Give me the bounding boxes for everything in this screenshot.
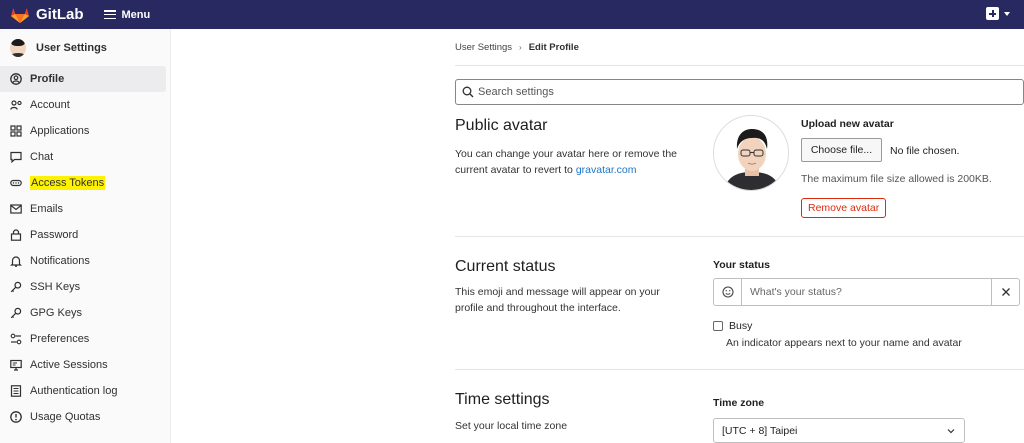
divider [455, 65, 1024, 66]
breadcrumb-current: Edit Profile [528, 42, 579, 53]
quota-icon [10, 411, 22, 423]
account-icon [10, 99, 22, 111]
plus-square-icon [986, 7, 999, 20]
key-icon [10, 307, 22, 319]
hamburger-icon [103, 10, 116, 19]
profile-icon [10, 73, 22, 85]
gravatar-link[interactable]: gravatar.com [576, 164, 637, 176]
divider [455, 236, 1024, 237]
time-settings-title: Time settings [455, 391, 550, 408]
search-settings-box[interactable] [455, 79, 1024, 105]
time-zone-label: Time zone [713, 397, 765, 409]
menu-label: Menu [121, 8, 151, 21]
mail-icon [10, 203, 22, 215]
current-status-title: Current status [455, 258, 556, 275]
breadcrumb-parent-link[interactable]: User Settings [455, 42, 512, 53]
sidebar-item-active-sessions[interactable]: Active Sessions [0, 352, 170, 378]
sidebar-item-usage-quotas[interactable]: Usage Quotas [0, 404, 170, 430]
public-avatar-description-text: You can change your avatar here or remov… [455, 148, 678, 176]
sidebar-item-account[interactable]: Account [0, 92, 170, 118]
sidebar-item-profile[interactable]: Profile [0, 66, 166, 92]
token-icon [10, 177, 22, 189]
your-status-label: Your status [713, 259, 770, 271]
sidebar-item-password[interactable]: Password [0, 222, 170, 248]
sidebar-item-ssh-keys[interactable]: SSH Keys [0, 274, 170, 300]
sidebar-item-label: Password [30, 229, 79, 241]
chevron-down-icon [947, 429, 955, 434]
smiley-icon [721, 286, 734, 298]
current-status-description: This emoji and message will appear on yo… [455, 286, 660, 314]
new-dropdown-button[interactable] [986, 7, 1010, 20]
sidebar-item-chat[interactable]: Chat [0, 144, 170, 170]
busy-help-text: An indicator appears next to your name a… [726, 337, 962, 349]
user-avatar [10, 38, 26, 57]
sidebar-header[interactable]: User Settings [0, 29, 170, 66]
sidebar-item-label: Account [30, 99, 70, 111]
time-zone-value: [UTC + 8] Taipei [722, 424, 798, 437]
menu-button[interactable]: Menu [103, 8, 151, 21]
busy-checkbox[interactable] [713, 321, 723, 331]
search-input[interactable] [478, 86, 998, 98]
sidebar-item-label: Notifications [30, 255, 90, 267]
top-navbar: GitLab Menu [0, 0, 1024, 29]
sidebar-item-emails[interactable]: Emails [0, 196, 170, 222]
divider [455, 369, 1024, 370]
sidebar-item-notifications[interactable]: Notifications [0, 248, 170, 274]
sidebar-item-label: Profile [30, 73, 65, 85]
settings-sidebar: User Settings Profile Account Applicatio… [0, 29, 171, 443]
sidebar-item-label: SSH Keys [30, 281, 81, 293]
sidebar-item-label: Active Sessions [30, 359, 108, 371]
key-icon [10, 281, 22, 293]
sidebar-item-label: Usage Quotas [30, 411, 101, 423]
max-size-help: The maximum file size allowed is 200KB. [801, 173, 992, 185]
avatar-preview [713, 115, 789, 191]
public-avatar-description: You can change your avatar here or remov… [455, 146, 695, 178]
bell-icon [10, 255, 22, 267]
sidebar-item-preferences[interactable]: Preferences [0, 326, 170, 352]
avatar-photo [714, 116, 788, 190]
clear-status-button[interactable] [991, 279, 1019, 305]
sidebar-item-applications[interactable]: Applications [0, 118, 170, 144]
sidebar-title: User Settings [36, 41, 107, 54]
search-icon [462, 86, 474, 98]
status-input-group [713, 278, 1020, 306]
chevron-down-icon [1004, 11, 1010, 16]
chevron-right-icon: › [519, 43, 522, 52]
preferences-icon [10, 333, 22, 345]
choose-file-button[interactable]: Choose file... [801, 138, 882, 162]
remove-avatar-button[interactable]: Remove avatar [801, 198, 887, 218]
close-icon [1001, 288, 1010, 296]
monitor-icon [10, 359, 22, 371]
lock-icon [10, 229, 22, 241]
sidebar-item-label: Preferences [30, 333, 90, 345]
busy-label: Busy [729, 320, 753, 332]
log-icon [10, 385, 22, 397]
gitlab-home-link[interactable]: GitLab [10, 6, 84, 24]
chat-icon [10, 151, 22, 163]
public-avatar-title: Public avatar [455, 117, 548, 134]
applications-icon [10, 125, 22, 137]
sidebar-item-authentication-log[interactable]: Authentication log [0, 378, 170, 404]
breadcrumb: User Settings › Edit Profile [455, 42, 579, 53]
sidebar-item-gpg-keys[interactable]: GPG Keys [0, 300, 170, 326]
brand-name: GitLab [36, 6, 84, 23]
sidebar-item-label: Chat [30, 151, 54, 163]
emoji-picker-button[interactable] [714, 279, 742, 305]
sidebar-item-label: GPG Keys [30, 307, 82, 319]
no-file-text: No file chosen. [890, 145, 960, 157]
time-zone-select[interactable]: [UTC + 8] Taipei [713, 418, 965, 443]
upload-avatar-label: Upload new avatar [801, 118, 894, 130]
gitlab-logo-icon [11, 7, 29, 23]
status-message-input[interactable] [742, 279, 991, 305]
time-settings-description: Set your local time zone [455, 420, 568, 432]
sidebar-item-label: Applications [30, 125, 90, 137]
sidebar-item-label: Access Tokens [30, 176, 106, 190]
busy-checkbox-row[interactable]: Busy [713, 320, 752, 332]
sidebar-item-label: Authentication log [30, 385, 118, 397]
sidebar-item-label: Emails [30, 203, 64, 215]
sidebar-item-access-tokens[interactable]: Access Tokens [0, 170, 170, 196]
